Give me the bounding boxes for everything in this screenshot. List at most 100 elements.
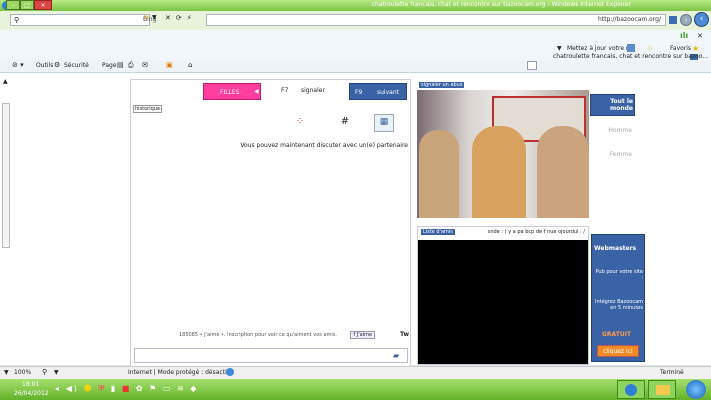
title-bar: chatroulette francais, chat et rencontre…	[0, 0, 711, 11]
minimize-button[interactable]: –	[6, 0, 20, 10]
f7-key: F7	[281, 87, 289, 94]
chat-input[interactable]: ▰	[134, 348, 408, 363]
volume-icon[interactable]: ◀)	[66, 384, 79, 393]
tictactoe-game-icon[interactable]: #	[336, 114, 354, 130]
fb-like-text: 185085 • J'aime •. Inscription pour voir…	[178, 332, 337, 338]
report-abuse-tag[interactable]: signaler un abus	[419, 82, 465, 88]
system-message: Vous pouvez maintenant discuter avec un(…	[240, 142, 408, 149]
arrow-icon[interactable]: ◂	[55, 384, 61, 393]
ad-title: Webmasters	[594, 245, 637, 252]
taskbar-explorer-button[interactable]	[648, 380, 676, 399]
filles-button[interactable]: FILLES ◀	[203, 83, 261, 100]
page-icon: ▤	[117, 61, 124, 69]
f9-key: F9	[355, 89, 363, 96]
search-icon[interactable]: ⚲	[14, 16, 19, 24]
page-menu[interactable]: Page	[102, 62, 117, 69]
flag-icon[interactable]: ⚑	[149, 384, 158, 393]
mail-icon[interactable]: ✉	[142, 61, 148, 69]
suggested-site-link[interactable]: Mettez à jour votre n...	[567, 45, 635, 52]
address-bar-row: ⚲ Bing ▼ b ✕⟳⚡ http://bazoocam.org/ › ‹	[0, 11, 711, 31]
local-video	[417, 90, 589, 218]
clock-time: 18:01	[22, 381, 40, 388]
url-text: http://bazoocam.org/	[598, 16, 661, 23]
dots-game-icon[interactable]: ⁘	[291, 114, 309, 130]
taskbar-ie-button[interactable]	[617, 380, 645, 399]
fb-like-button[interactable]: f J'aime	[350, 331, 375, 339]
nav-icons: ✕⟳⚡	[165, 14, 197, 22]
filter-tout-button[interactable]: Tout le monde	[590, 94, 635, 116]
left-scrollbar[interactable]	[2, 103, 10, 248]
msn-icon[interactable]: ✿	[136, 384, 145, 393]
page-content: ▲ suivant F9 signaler F7 FILLES ◀ histor…	[0, 73, 711, 369]
tools-menu[interactable]: Outils	[36, 62, 53, 69]
tweet-button[interactable]: Tw	[400, 331, 409, 338]
security-menu[interactable]: Sécurité	[64, 62, 89, 69]
ad-cta-label: cliquez ici	[603, 348, 633, 355]
status-bar: ▼ 100% ⚲ ▼ Internet | Mode protégé : dés…	[0, 366, 711, 380]
signaler-link[interactable]: signaler	[301, 87, 325, 94]
filter-femme-button[interactable]: Femme	[596, 151, 632, 158]
zoom-level[interactable]: 100%	[14, 369, 31, 376]
print-icon[interactable]: ⎙	[128, 61, 134, 70]
ad-cta-button[interactable]: cliquez ici	[597, 345, 639, 357]
status-text: Terminé	[660, 369, 684, 376]
protected-mode-dropdown-icon[interactable]: ▼	[54, 369, 59, 376]
compat-icon[interactable]: ⚡	[187, 14, 197, 22]
taskbar: 18:01 26/04/2012 ◂ ◀) ☻ ⛨ ▮ ■ ✿ ⚑ ▭ ≋ ◆	[0, 379, 711, 400]
command-bar: ⊘ ▾ Outils ⚙ Sécurité Page ▤ ⎙ ✉ ▣ ⌂	[0, 60, 711, 73]
suivant-button[interactable]: suivant F9	[349, 83, 407, 100]
forward-button[interactable]: ›	[680, 14, 692, 26]
refresh-icon[interactable]: ⟳	[176, 14, 187, 22]
search-box[interactable]: ⚲ Bing	[10, 14, 156, 26]
zone-text: Internet | Mode protégé : désactivé	[128, 369, 234, 376]
suivant-label: suivant	[377, 89, 399, 96]
close-tab-icon[interactable]: ✕	[165, 14, 176, 22]
folder-icon	[656, 385, 670, 395]
address-input[interactable]: http://bazoocam.org/	[206, 14, 677, 26]
feeds-icon[interactable]: ▣	[166, 61, 173, 69]
back-button[interactable]: ‹	[694, 12, 709, 27]
friends-list-tag[interactable]: Liste d'amis	[421, 229, 455, 235]
new-tab-icon[interactable]	[527, 61, 537, 70]
show-hidden-icon[interactable]: ◆	[190, 384, 198, 393]
remote-panel: Liste d'amis snde : ) y a pa bcp de f nu…	[417, 226, 589, 365]
maximize-button[interactable]: □	[20, 0, 34, 10]
scroll-up-icon[interactable]: ▲	[3, 78, 8, 85]
close-toolbar-icon[interactable]: ✕	[697, 32, 703, 40]
toolbar-logo-icon: ılı	[680, 31, 689, 40]
puzzle-game-icon[interactable]: ▦	[374, 114, 394, 132]
ie-taskbar-icon	[625, 384, 637, 396]
person-middle	[472, 126, 526, 218]
zoom-dropdown-icon[interactable]: ▼	[4, 369, 9, 376]
zoom-icon: ⚲	[42, 368, 48, 376]
close-button[interactable]: ✕	[34, 0, 52, 10]
shield-icon[interactable]: ⛨	[98, 384, 106, 393]
gear-icon: ⚙	[54, 61, 61, 69]
suggested-site-icon	[627, 44, 635, 52]
send-icon[interactable]: ▰	[393, 351, 399, 360]
wifi-icon[interactable]: ≋	[177, 384, 186, 393]
ad-line1: Pub pour votre site :	[595, 269, 643, 281]
tab-title[interactable]: chatroulette francais, chat et rencontre…	[553, 53, 708, 60]
chat-panel: suivant F9 signaler F7 FILLES ◀ historiq…	[130, 79, 411, 369]
globe-icon	[226, 368, 234, 376]
antivirus-icon[interactable]: ■	[122, 384, 132, 393]
add-favorite-icon[interactable]: ☆	[647, 44, 653, 52]
start-button[interactable]	[686, 380, 706, 399]
bing-icon: b	[144, 14, 148, 21]
home-icon[interactable]: ⌂	[188, 61, 192, 69]
person-left	[419, 130, 459, 218]
favorites-label[interactable]: Favoris	[670, 45, 691, 52]
favorites-star-icon[interactable]: ★	[692, 44, 699, 53]
battery-icon[interactable]: ▭	[163, 384, 173, 393]
dropdown-icon[interactable]: ▼	[152, 14, 157, 21]
dropdown-icon[interactable]: ▼	[557, 45, 562, 52]
remote-caption: snde : ) y a pa bcp de f nue ojourdui : …	[487, 229, 585, 235]
filter-homme-button[interactable]: Homme	[596, 127, 632, 134]
webmasters-ad[interactable]: Webmasters Pub pour votre site : Intégre…	[591, 234, 645, 362]
tray-icons: ◂ ◀) ☻ ⛨ ▮ ■ ✿ ⚑ ▭ ≋ ◆	[55, 384, 198, 394]
ad-gratuit: GRATUIT	[602, 331, 632, 338]
help-icon[interactable]: ⊘ ▾	[12, 61, 24, 69]
smile-icon[interactable]: ☻	[83, 384, 93, 393]
network-icon[interactable]: ▮	[111, 384, 117, 393]
